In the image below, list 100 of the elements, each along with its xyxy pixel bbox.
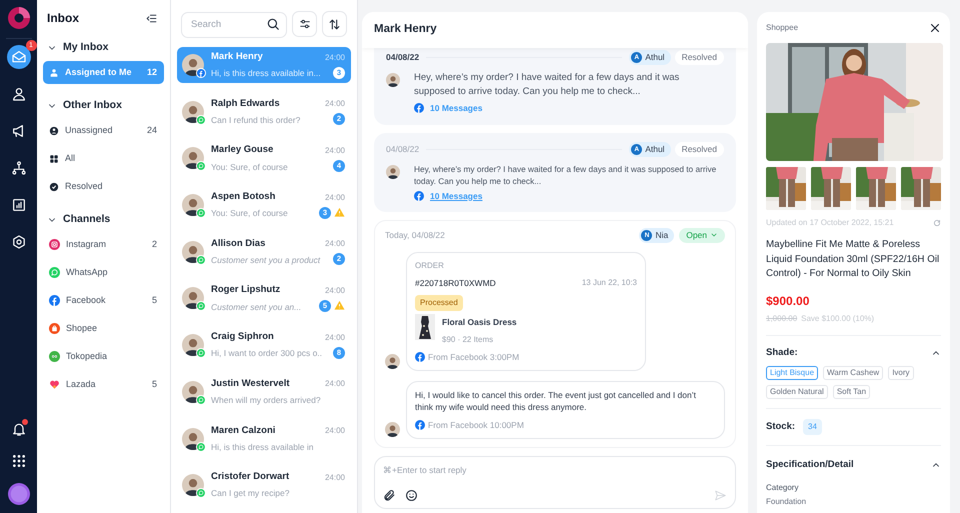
message-time: 24:00 <box>324 144 345 157</box>
logo-icon[interactable] <box>6 6 30 30</box>
contact-name: Roger Lipshutz <box>211 283 282 298</box>
avatar-icon <box>182 194 204 216</box>
conversation-item[interactable]: Maren Calzoni Hi, is this dress available in 24:00 <box>177 420 351 456</box>
facebook-icon <box>49 295 60 306</box>
contact-name: Allison Dias <box>211 236 266 251</box>
shade-option[interactable]: Golden Natural <box>766 384 828 399</box>
inbox-nav-item[interactable]: Lazada 5 <box>43 373 164 396</box>
item-count: 2 <box>152 238 157 251</box>
sliders-icon <box>298 17 312 31</box>
inbox-nav-item[interactable]: Facebook 5 <box>43 289 164 312</box>
emoji-icon[interactable] <box>405 488 418 502</box>
store-name: Shoppee <box>766 22 798 34</box>
product-price: $900.00 <box>766 292 810 310</box>
paperclip-icon[interactable] <box>383 488 396 502</box>
grid-icon <box>49 154 59 164</box>
account-avatar[interactable] <box>8 483 30 505</box>
saving-text: Save $100.00 (10%) <box>801 312 874 324</box>
contact-name: Ralph Edwards <box>211 96 281 111</box>
facebook-icon <box>414 191 424 202</box>
avatar-icon <box>182 287 204 310</box>
thread-date: 04/08/22 <box>386 142 420 156</box>
whatsapp-icon <box>196 254 206 265</box>
inbox-nav-item[interactable]: Unassigned 24 <box>43 119 164 142</box>
order-status-badge: Processed <box>415 295 463 312</box>
inbox-nav-item[interactable]: WhatsApp <box>43 261 164 284</box>
section-toggle[interactable]: My Inbox <box>43 39 109 57</box>
inbox-nav-item[interactable]: Tokopedia <box>43 345 164 368</box>
message-time: 24:00 <box>324 425 345 437</box>
envelope-nav-button[interactable] <box>6 45 30 69</box>
inbox-nav-item[interactable]: Shopee <box>43 317 164 340</box>
inbox-nav-item[interactable]: Instagram 2 <box>43 233 164 256</box>
message-time: 24:00 <box>324 238 345 250</box>
status-badge: Resolved <box>674 142 724 157</box>
section-toggle[interactable]: Channels <box>43 211 110 229</box>
grid-icon <box>10 453 26 469</box>
section-title: Shade: <box>766 346 798 360</box>
inbox-nav-item[interactable]: All <box>43 147 164 170</box>
whatsapp-icon <box>196 301 206 312</box>
whatsapp-icon <box>196 161 206 172</box>
search-field[interactable]: Search <box>181 12 287 38</box>
message-preview: Customer sent you a product <box>211 254 322 267</box>
spec-label: Category <box>766 482 800 494</box>
section-title: Specification/Detail <box>766 458 854 472</box>
filter-button[interactable] <box>292 11 317 37</box>
conversation-item[interactable]: Justin Westervelt When will my orders arrived? 24:00 <box>177 374 351 410</box>
conversation-title: Mark Henry <box>374 22 437 38</box>
stock-count: 34 <box>803 418 822 435</box>
message-preview: You: Sure, of course <box>211 160 289 174</box>
collapse-sidebar-icon[interactable] <box>145 12 158 24</box>
message-time: 24:00 <box>324 52 345 64</box>
avatar-icon <box>386 73 400 87</box>
section-toggle[interactable]: Other Inbox <box>43 97 122 115</box>
inbox-nav-item[interactable]: Resolved <box>43 175 164 198</box>
message-preview: Hi, is this dress available in... <box>211 67 322 80</box>
avatar-icon <box>182 474 204 496</box>
facebook-icon <box>414 103 424 114</box>
whatsapp-icon <box>196 394 206 405</box>
settings-icon <box>10 234 26 250</box>
close-icon[interactable] <box>929 22 941 34</box>
message-preview: Can I get my recipe? <box>211 487 290 500</box>
message-preview: Hi, I want to order 300 pcs o.. <box>211 347 323 360</box>
owl-icon <box>49 351 60 362</box>
person-icon <box>49 68 59 78</box>
avatar-icon <box>386 164 400 179</box>
shade-option[interactable]: Warm Cashew <box>823 366 884 380</box>
shade-option[interactable]: Ivory <box>888 366 914 380</box>
contact-name: Cristofer Dorwart <box>211 470 290 484</box>
contact-name: Craig Siphron <box>211 330 275 344</box>
message-text: Hi, I would like to cancel this order. The event just got cancelled and I don’t think my wife would need this dress anymore. <box>415 388 697 414</box>
facebook-icon <box>415 352 425 362</box>
contact-name: Justin Westervelt <box>211 376 290 391</box>
conversation-item[interactable]: Cristofer Dorwart Can I get my recipe? 24:00 <box>177 467 351 504</box>
avatar-icon <box>182 380 204 403</box>
bell-icon <box>10 421 26 437</box>
whatsapp-icon <box>196 442 206 452</box>
contact-name: Marley Gouse <box>211 143 274 158</box>
message-preview: Hi, is this dress available in <box>211 440 315 454</box>
shade-option[interactable]: Soft Tan <box>832 384 870 399</box>
message-preview: Customer sent you an... <box>211 300 302 314</box>
avatar-icon <box>182 54 204 76</box>
message-time: 24:00 <box>324 192 345 204</box>
spec-value: Foundation <box>766 496 808 508</box>
contact-name: Mark Henry <box>211 50 264 64</box>
avatar-icon <box>182 428 204 450</box>
reply-box[interactable]: ⌘+Enter to start reply <box>374 456 736 508</box>
whatsapp-icon <box>196 114 206 125</box>
message-preview: You: Sure, of course <box>211 207 289 220</box>
item-count: 12 <box>146 66 157 79</box>
message-preview: When will my orders arrived? <box>211 394 322 407</box>
avatar-icon <box>385 422 400 436</box>
message-preview: Can I refund this order? <box>211 114 302 127</box>
search-icon[interactable] <box>266 17 280 31</box>
facebook-icon <box>415 420 425 430</box>
message-text: Hey, where’s my order? I have waited for a few days and it was supposed to arrive today. Can you help me to check... <box>414 162 718 187</box>
sort-button[interactable] <box>322 11 347 37</box>
whatsapp-icon <box>196 488 206 498</box>
avatar-icon <box>182 147 204 170</box>
reply-input[interactable]: ⌘+Enter to start reply <box>383 464 727 476</box>
